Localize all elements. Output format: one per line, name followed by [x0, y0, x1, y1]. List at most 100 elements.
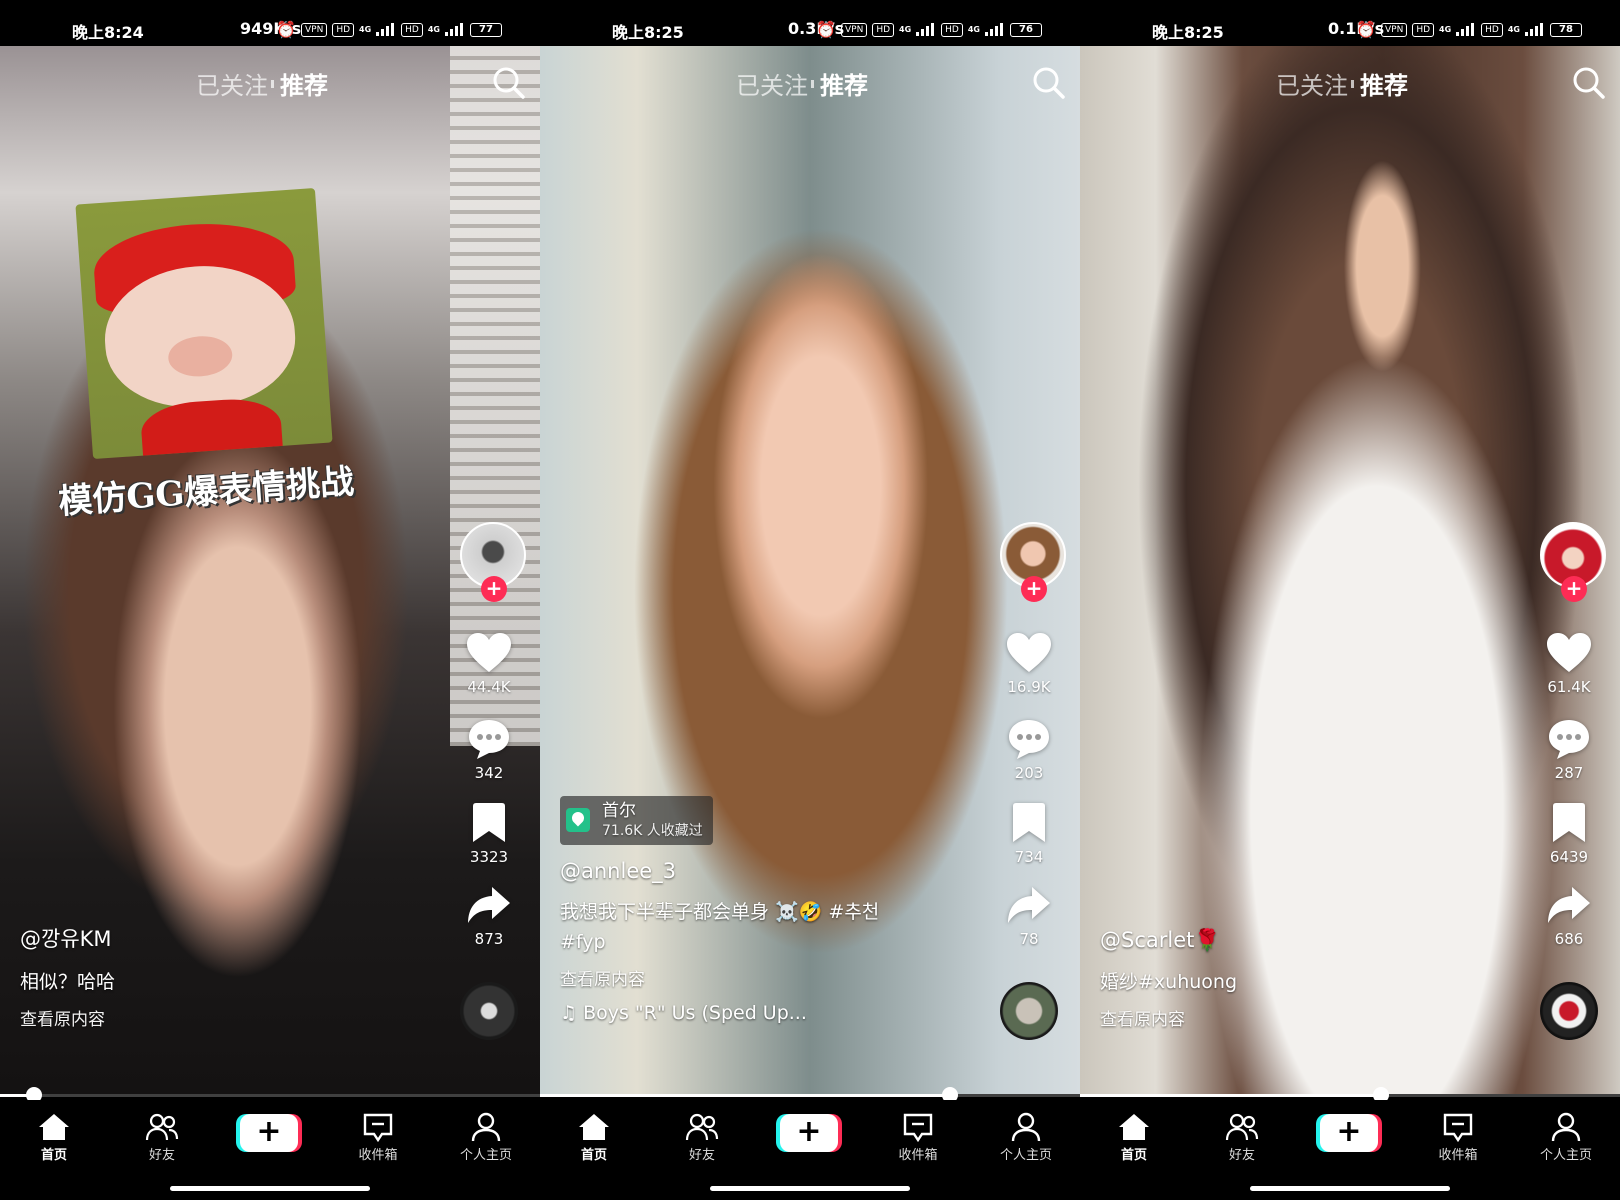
tab-profile[interactable]: 个人主页	[986, 1112, 1066, 1163]
network-type: 4G	[1439, 25, 1452, 34]
like-button[interactable]: 61.4K	[1530, 632, 1608, 696]
search-icon[interactable]	[1032, 66, 1066, 100]
feed-top-tabs: 已关注 推荐	[1080, 64, 1620, 100]
creator-username[interactable]: @깡유KM	[20, 923, 420, 953]
inbox-icon	[363, 1113, 393, 1142]
tab-home[interactable]: 首页	[14, 1112, 94, 1163]
tab-profile[interactable]: 个人主页	[1526, 1112, 1606, 1163]
tab-recommended[interactable]: 推荐	[280, 66, 328, 101]
tab-friends[interactable]: 好友	[1202, 1112, 1282, 1163]
tab-inbox-label: 收件箱	[898, 1148, 938, 1163]
favorite-count: 6439	[1549, 848, 1589, 866]
feed-top-tabs: 已关注 推荐	[540, 64, 1080, 100]
music-disc-icon[interactable]	[1540, 982, 1598, 1040]
tab-home[interactable]: 首页	[554, 1112, 634, 1163]
alarm-icon: ⏰	[276, 20, 296, 39]
like-count: 16.9K	[1007, 678, 1051, 696]
vpn-icon: VPN	[1380, 22, 1408, 37]
creator-username[interactable]: @annlee_3	[560, 859, 960, 883]
status-time: 晚上8:25	[1152, 23, 1224, 42]
share-icon	[468, 887, 510, 923]
create-post-button[interactable]: +	[240, 1114, 298, 1152]
tab-recommended[interactable]: 推荐	[820, 66, 868, 101]
tab-inbox[interactable]: 收件箱	[338, 1112, 418, 1163]
status-icons: ⏰ VPN HD 4G HD 4G 76	[816, 20, 1042, 39]
system-home-indicator[interactable]	[710, 1186, 910, 1191]
create-post-button[interactable]: +	[780, 1114, 838, 1152]
view-original-link[interactable]: 查看原内容	[20, 1005, 420, 1030]
music-disc-icon[interactable]	[460, 982, 518, 1040]
tab-following[interactable]: 已关注	[1276, 66, 1348, 101]
tab-recommended[interactable]: 推荐	[1360, 66, 1408, 101]
video-info: 首尔 71.6K 人收藏过 @annlee_3 我想我下半辈子都会单身 ☠️🤣 …	[560, 796, 960, 1024]
view-original-link[interactable]: 查看原内容	[560, 965, 960, 990]
creator-username[interactable]: @Scarlet🌹	[1100, 928, 1500, 953]
signal-icon-2	[1525, 23, 1545, 36]
like-count: 44.4K	[467, 678, 511, 696]
comment-icon	[1009, 720, 1049, 759]
phone-screen-2: 晚上8:25 0.3K/s ⏰ VPN HD 4G HD 4G 76 已关注 推…	[540, 0, 1080, 1200]
tab-divider	[271, 80, 274, 88]
comment-icon	[1549, 720, 1589, 759]
tab-inbox-label: 收件箱	[1438, 1148, 1478, 1163]
tab-friends[interactable]: 好友	[662, 1112, 742, 1163]
like-button[interactable]: 44.4K	[450, 632, 528, 696]
favorite-button[interactable]: 3323	[450, 802, 528, 866]
tab-home-label: 首页	[580, 1148, 607, 1163]
network-type-2: 4G	[967, 25, 980, 34]
video-progress-bar[interactable]	[540, 1087, 1080, 1103]
tab-profile[interactable]: 个人主页	[446, 1112, 526, 1163]
hashtag-fyp[interactable]: #fyp	[560, 927, 960, 957]
video-progress-bar[interactable]	[1080, 1087, 1620, 1103]
favorite-button[interactable]: 734	[990, 802, 1068, 866]
favorite-button[interactable]: 6439	[1530, 802, 1608, 866]
phone-screen-3: 晚上8:25 0.1K/s ⏰ VPN HD 4G HD 4G 78 已关注 推…	[1080, 0, 1620, 1200]
status-bar: 晚上8:25 0.3K/s ⏰ VPN HD 4G HD 4G 76	[540, 0, 1080, 46]
view-original-link[interactable]: 查看原内容	[1100, 1005, 1500, 1030]
share-button[interactable]: 686	[1530, 886, 1608, 948]
tab-following[interactable]: 已关注	[736, 66, 808, 101]
search-icon[interactable]	[492, 66, 526, 100]
video-info: @깡유KM 相似？哈哈 查看原内容	[20, 923, 420, 1030]
tab-inbox[interactable]: 收件箱	[1418, 1112, 1498, 1163]
action-rail: + 44.4K 342 3323 873	[450, 522, 540, 1062]
favorite-count: 734	[1014, 848, 1044, 866]
tab-home-label: 首页	[1120, 1148, 1147, 1163]
pig-sticker-image	[75, 187, 333, 460]
comment-icon	[469, 720, 509, 759]
bookmark-icon	[473, 803, 505, 842]
location-saves: 71.6K 人收藏过	[602, 823, 703, 839]
network-type: 4G	[359, 25, 372, 34]
hd-icon: HD	[332, 22, 355, 37]
comment-button[interactable]: 342	[450, 718, 528, 782]
status-icons: ⏰ VPN HD 4G HD 4G 77	[276, 20, 502, 39]
profile-icon	[1011, 1112, 1041, 1142]
comment-button[interactable]: 203	[990, 718, 1068, 782]
tab-divider	[1351, 80, 1354, 88]
comment-button[interactable]: 287	[1530, 718, 1608, 782]
home-icon	[1119, 1114, 1149, 1140]
follow-plus-button[interactable]: +	[1561, 576, 1587, 602]
create-post-button[interactable]: +	[1320, 1114, 1378, 1152]
tab-friends[interactable]: 好友	[122, 1112, 202, 1163]
vpn-icon: VPN	[840, 22, 868, 37]
system-home-indicator[interactable]	[1250, 1186, 1450, 1191]
search-icon[interactable]	[1572, 66, 1606, 100]
inbox-icon	[1443, 1113, 1473, 1142]
share-button[interactable]: 873	[450, 886, 528, 948]
system-home-indicator[interactable]	[170, 1186, 370, 1191]
share-button[interactable]: 78	[990, 886, 1068, 948]
video-progress-bar[interactable]	[0, 1087, 540, 1103]
tab-friends-label: 好友	[688, 1148, 715, 1163]
tab-home[interactable]: 首页	[1094, 1112, 1174, 1163]
location-tag[interactable]: 首尔 71.6K 人收藏过	[560, 796, 713, 845]
tab-inbox[interactable]: 收件箱	[878, 1112, 958, 1163]
like-count: 61.4K	[1547, 678, 1591, 696]
music-disc-icon[interactable]	[1000, 982, 1058, 1040]
follow-plus-button[interactable]: +	[481, 576, 507, 602]
tab-following[interactable]: 已关注	[196, 66, 268, 101]
vpn-icon: VPN	[300, 22, 328, 37]
follow-plus-button[interactable]: +	[1021, 576, 1047, 602]
like-button[interactable]: 16.9K	[990, 632, 1068, 696]
music-title[interactable]: ♫ Boys "R" Us (Sped Up...	[560, 1002, 960, 1024]
